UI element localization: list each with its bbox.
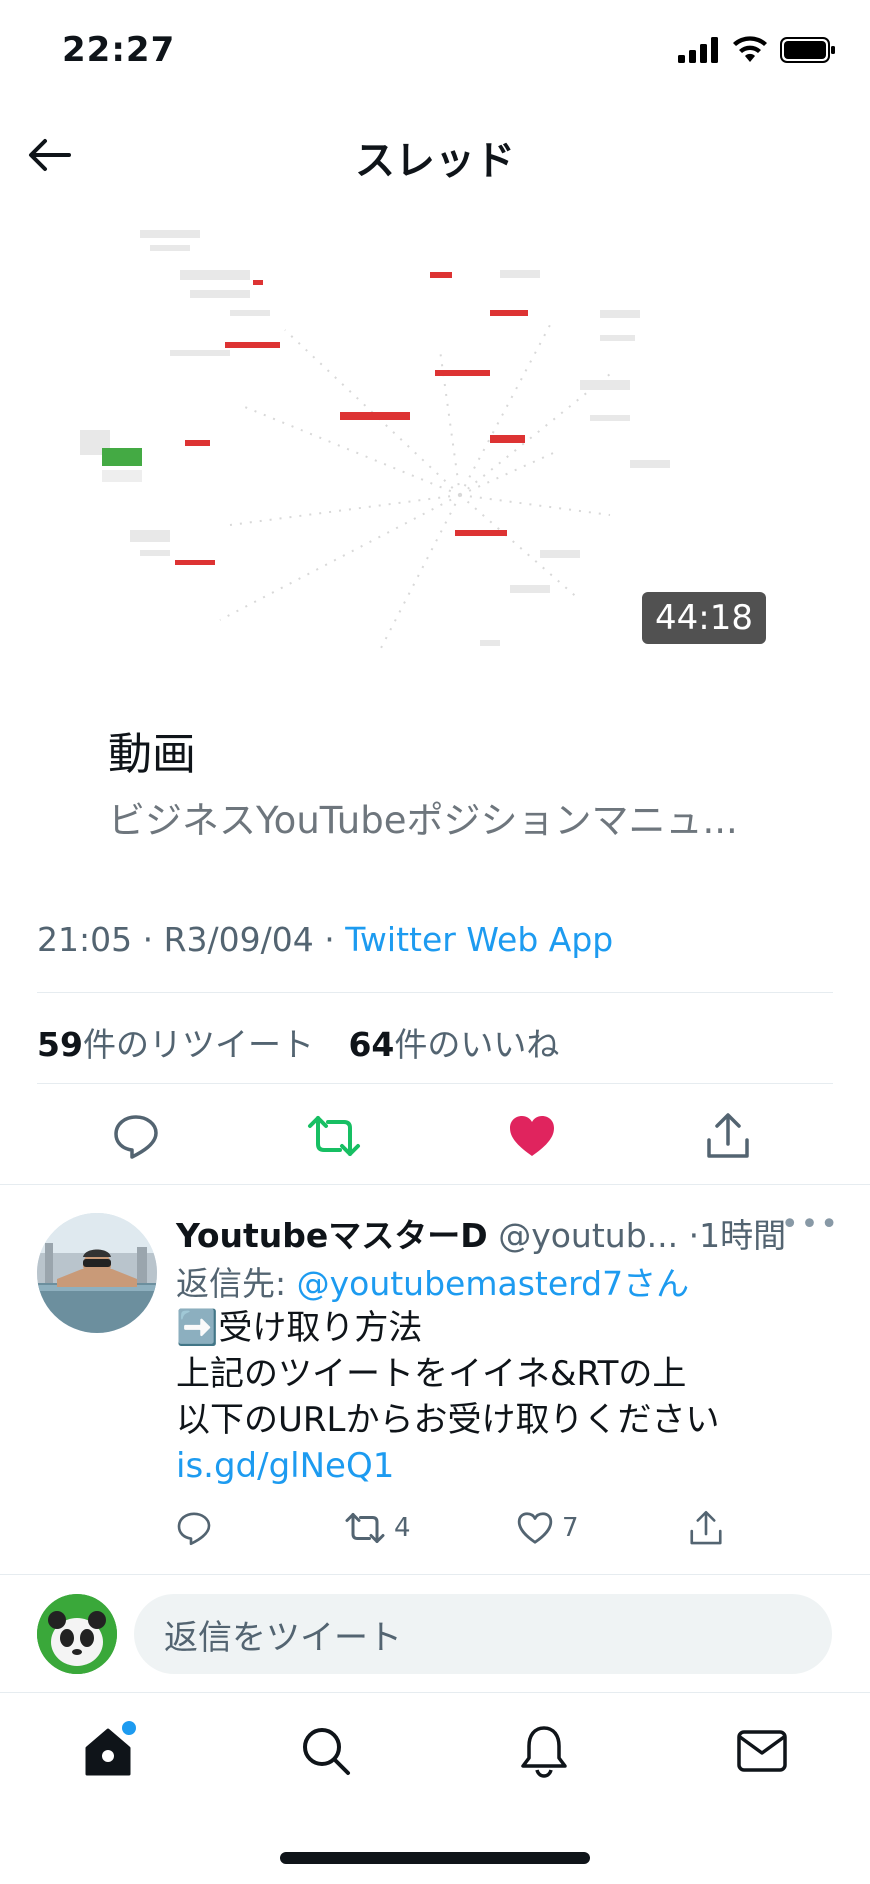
retweet-icon: [345, 1513, 385, 1543]
video-duration-badge: 44:18: [642, 592, 766, 644]
reply-to-line: 返信先: @youtubemasterd7さん: [176, 1257, 689, 1305]
reply-like-count: 7: [562, 1513, 579, 1543]
heart-outline-icon: [517, 1512, 553, 1544]
battery-icon: [780, 37, 835, 63]
reply-header: YoutubeマスターD @youtub... ·1時間: [176, 1209, 836, 1257]
reply-text-line: ➡️受け取り方法: [176, 1308, 423, 1348]
tab-home[interactable]: [72, 1715, 144, 1787]
tweet-date: R3/09/04: [163, 920, 314, 959]
like-button[interactable]: [500, 1104, 564, 1168]
search-icon: [303, 1728, 350, 1775]
like-count: 64: [348, 1025, 395, 1064]
reply-button[interactable]: [104, 1104, 168, 1168]
share-icon: [707, 1113, 749, 1158]
video-title: 動画: [108, 729, 196, 780]
retweet-label: 件のリツイート: [82, 1025, 314, 1064]
more-options-icon[interactable]: •••: [781, 1207, 840, 1242]
reply-author-handle[interactable]: @youtub...: [498, 1216, 678, 1255]
meta-separator: ·: [132, 920, 164, 959]
reply-input[interactable]: 返信をツイート: [134, 1594, 832, 1674]
retweet-stat[interactable]: 59件のリツイート: [37, 1018, 314, 1066]
avatar[interactable]: [37, 1213, 157, 1333]
reply-icon: [114, 1115, 158, 1159]
reply-like-button[interactable]: 7: [516, 1503, 579, 1553]
reply-icon: [177, 1512, 211, 1546]
reply-tweet[interactable]: YoutubeマスターD @youtub... ·1時間 ••• 返信先: @y…: [0, 1185, 870, 1575]
reply-retweet-button[interactable]: 4: [344, 1503, 411, 1553]
tab-search[interactable]: [290, 1715, 362, 1787]
tweet-meta: 21:05 · R3/09/04 · Twitter Web App: [37, 920, 613, 959]
reply-compose-bar: 返信をツイート: [0, 1578, 870, 1690]
tweet-time: 21:05: [37, 920, 133, 959]
bottom-tab-bar: [0, 1692, 870, 1812]
divider: [0, 1574, 870, 1575]
tweet-source-link[interactable]: Twitter Web App: [345, 920, 613, 959]
wifi-icon: [733, 36, 767, 62]
reply-text: ➡️受け取り方法 上記のツイートをイイネ&RTの上 以下のURLからお受け取りく…: [176, 1305, 836, 1489]
status-icons: [678, 36, 836, 64]
reply-reply-button[interactable]: [176, 1503, 212, 1553]
signal-icon: [678, 37, 718, 63]
status-bar: 22:27: [0, 0, 870, 100]
reply-retweet-count: 4: [394, 1513, 411, 1543]
page-title: スレッド: [355, 138, 515, 184]
video-description: ビジネスYouTubeポジションマニュ...: [108, 799, 738, 842]
reply-text-line: 以下のURLからお受け取りください: [176, 1400, 720, 1440]
meta-separator: ·: [313, 920, 346, 959]
status-time: 22:27: [62, 30, 176, 70]
profile-photo-image: [37, 1213, 157, 1333]
mail-icon: [737, 1730, 787, 1772]
like-label: 件のいいね: [394, 1025, 560, 1064]
reply-to-mention[interactable]: @youtubemasterd7さん: [297, 1264, 689, 1303]
reply-time: ·1時間: [688, 1216, 787, 1255]
panda-avatar-image: [37, 1594, 117, 1674]
tweet-stats: 59件のリツイート 64件のいいね: [37, 1018, 583, 1066]
retweet-icon: [308, 1116, 360, 1156]
like-stat[interactable]: 64件のいいね: [348, 1018, 559, 1066]
reply-author-name[interactable]: YoutubeマスターD: [176, 1216, 488, 1255]
share-icon: [690, 1510, 722, 1545]
reply-to-label: 返信先:: [176, 1264, 297, 1303]
reply-action-bar: 4 7: [176, 1503, 756, 1553]
home-indicator: [280, 1852, 590, 1864]
video-card[interactable]: 44:18: [80, 230, 780, 680]
tab-messages[interactable]: [726, 1715, 798, 1787]
reply-link[interactable]: is.gd/glNeQ1: [176, 1443, 836, 1489]
heart-icon: [510, 1116, 554, 1156]
tab-notifications[interactable]: [508, 1715, 580, 1787]
bell-icon: [521, 1726, 567, 1778]
retweet-button[interactable]: [302, 1104, 366, 1168]
divider: [37, 1083, 833, 1084]
reply-share-button[interactable]: [688, 1503, 724, 1553]
tweet-action-bar: [0, 1100, 870, 1172]
share-button[interactable]: [696, 1104, 760, 1168]
divider: [37, 992, 833, 993]
notification-dot: [122, 1721, 136, 1735]
avatar[interactable]: [37, 1594, 117, 1674]
nav-bar: スレッド: [0, 100, 870, 204]
retweet-count: 59: [37, 1025, 83, 1064]
reply-text-line: 上記のツイートをイイネ&RTの上: [176, 1354, 687, 1394]
